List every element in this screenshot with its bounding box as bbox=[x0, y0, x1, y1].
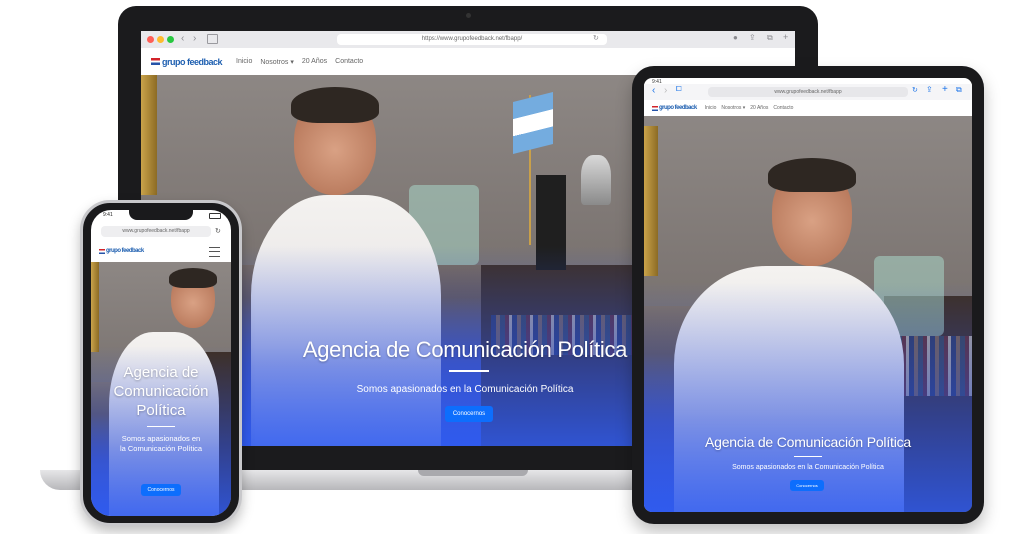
argentina-flag-icon bbox=[99, 248, 105, 254]
nav-contacto[interactable]: Contacto bbox=[335, 58, 363, 65]
new-tab-icon[interactable]: + bbox=[942, 84, 948, 95]
conocernos-button[interactable]: Conocernos bbox=[141, 484, 181, 496]
logo-text: grupo feedback bbox=[162, 56, 223, 67]
privacy-icon[interactable]: ● bbox=[733, 33, 738, 42]
hero-divider bbox=[449, 370, 489, 372]
phone-screen: 9:41 www.grupofeedback.net/fbapp ↻ grupo… bbox=[91, 210, 231, 516]
trophy bbox=[581, 155, 611, 205]
hero-divider bbox=[147, 426, 175, 427]
site-logo[interactable]: grupo feedback bbox=[652, 105, 697, 111]
hero-title: Agencia de Comunicación Política bbox=[302, 337, 628, 362]
hero-overlay bbox=[644, 282, 972, 512]
hamburger-menu-icon[interactable] bbox=[209, 247, 220, 257]
nav-nosotros[interactable]: Nosotros ▾ bbox=[260, 58, 293, 66]
tablet-address-bar[interactable]: www.grupofeedback.net/fbapp bbox=[708, 87, 908, 97]
hero-subtitle-line-2: la Comunicación Política bbox=[119, 444, 203, 453]
hero-divider bbox=[794, 456, 822, 457]
hero-subtitle: Somos apasionados en la Comunicación Pol… bbox=[732, 464, 884, 471]
nav-20-anos[interactable]: 20 Años bbox=[750, 105, 768, 111]
forward-icon[interactable]: › bbox=[664, 85, 667, 96]
tablet-screen: 9:41 ‹ › ⧠ www.grupofeedback.net/fbapp ↻… bbox=[644, 78, 972, 512]
share-icon[interactable]: ⇪ bbox=[749, 33, 756, 42]
phone-battery-icon bbox=[209, 213, 221, 219]
forward-icon[interactable]: › bbox=[193, 33, 196, 44]
laptop-camera bbox=[466, 13, 471, 18]
phone-hero: Agencia de Comunicación Política Somos a… bbox=[91, 262, 231, 516]
tablet-browser-toolbar: ‹ › ⧠ www.grupofeedback.net/fbapp ↻ ⇪ + … bbox=[644, 84, 972, 100]
new-tab-icon[interactable]: + bbox=[783, 32, 788, 42]
maximize-window-icon[interactable] bbox=[167, 36, 174, 43]
hero-title: Agencia de Comunicación Política bbox=[704, 434, 912, 450]
tablet-hero: Agencia de Comunicación Política Somos a… bbox=[644, 116, 972, 512]
reload-icon[interactable]: ↻ bbox=[215, 227, 221, 235]
phone-status-time: 9:41 bbox=[103, 212, 113, 218]
hero-subtitle: Somos apasionados en la Comunicación Pol… bbox=[356, 384, 574, 395]
logo-text: grupo feedback bbox=[659, 105, 697, 111]
person-hair bbox=[768, 158, 856, 192]
phone-notch bbox=[129, 210, 193, 220]
close-window-icon[interactable] bbox=[147, 36, 154, 43]
hero-subtitle-line-1: Somos apasionados en bbox=[121, 434, 201, 443]
gold-frame bbox=[141, 75, 157, 195]
share-icon[interactable]: ⇪ bbox=[926, 85, 933, 94]
tabs-icon[interactable]: ⧉ bbox=[956, 85, 962, 95]
phone-site-navbar: grupo feedback bbox=[91, 240, 231, 262]
tabs-icon[interactable]: ⧉ bbox=[767, 33, 773, 43]
bookmarks-icon[interactable]: ⧠ bbox=[676, 86, 682, 94]
minimize-window-icon[interactable] bbox=[157, 36, 164, 43]
hero-title-line-1: Agencia de bbox=[123, 364, 199, 381]
nav-inicio[interactable]: Inicio bbox=[236, 58, 252, 65]
nav-20-anos[interactable]: 20 Años bbox=[302, 58, 327, 65]
back-icon[interactable]: ‹ bbox=[652, 85, 655, 96]
laptop-browser-toolbar: ‹ › https://www.grupofeedback.net/fbapp/… bbox=[141, 31, 795, 48]
nav-nosotros[interactable]: Nosotros ▾ bbox=[721, 105, 745, 111]
site-logo[interactable]: grupo feedback bbox=[151, 56, 223, 67]
conocernos-button[interactable]: Conocernos bbox=[790, 480, 824, 491]
nav-inicio[interactable]: Inicio bbox=[705, 105, 717, 111]
person-hair bbox=[169, 268, 217, 288]
logo-text: grupo feedback bbox=[106, 248, 144, 254]
conocernos-button[interactable]: Conocernos bbox=[445, 406, 493, 422]
hero-title-line-2: Comunicación bbox=[113, 383, 209, 400]
phone-address-bar[interactable]: www.grupofeedback.net/fbapp bbox=[101, 226, 211, 237]
person-hair bbox=[291, 87, 379, 123]
gold-frame bbox=[644, 126, 658, 276]
nav-contacto[interactable]: Contacto bbox=[773, 105, 793, 111]
hero-title-line-3: Política bbox=[136, 402, 186, 419]
reload-icon[interactable]: ↻ bbox=[912, 86, 918, 94]
laptop-notch bbox=[418, 470, 528, 476]
laptop-address-bar[interactable]: https://www.grupofeedback.net/fbapp/ bbox=[337, 34, 607, 45]
sidebar-icon[interactable] bbox=[207, 34, 218, 44]
gold-frame bbox=[91, 262, 99, 352]
argentina-desk-flag bbox=[513, 92, 553, 154]
argentina-flag-icon bbox=[151, 58, 160, 65]
tablet-site-navbar: grupo feedback Inicio Nosotros ▾ 20 Años… bbox=[644, 100, 972, 116]
reload-icon[interactable]: ↻ bbox=[593, 34, 599, 42]
site-logo[interactable]: grupo feedback bbox=[99, 248, 144, 254]
back-icon[interactable]: ‹ bbox=[181, 33, 184, 44]
argentina-flag-icon bbox=[652, 105, 658, 111]
